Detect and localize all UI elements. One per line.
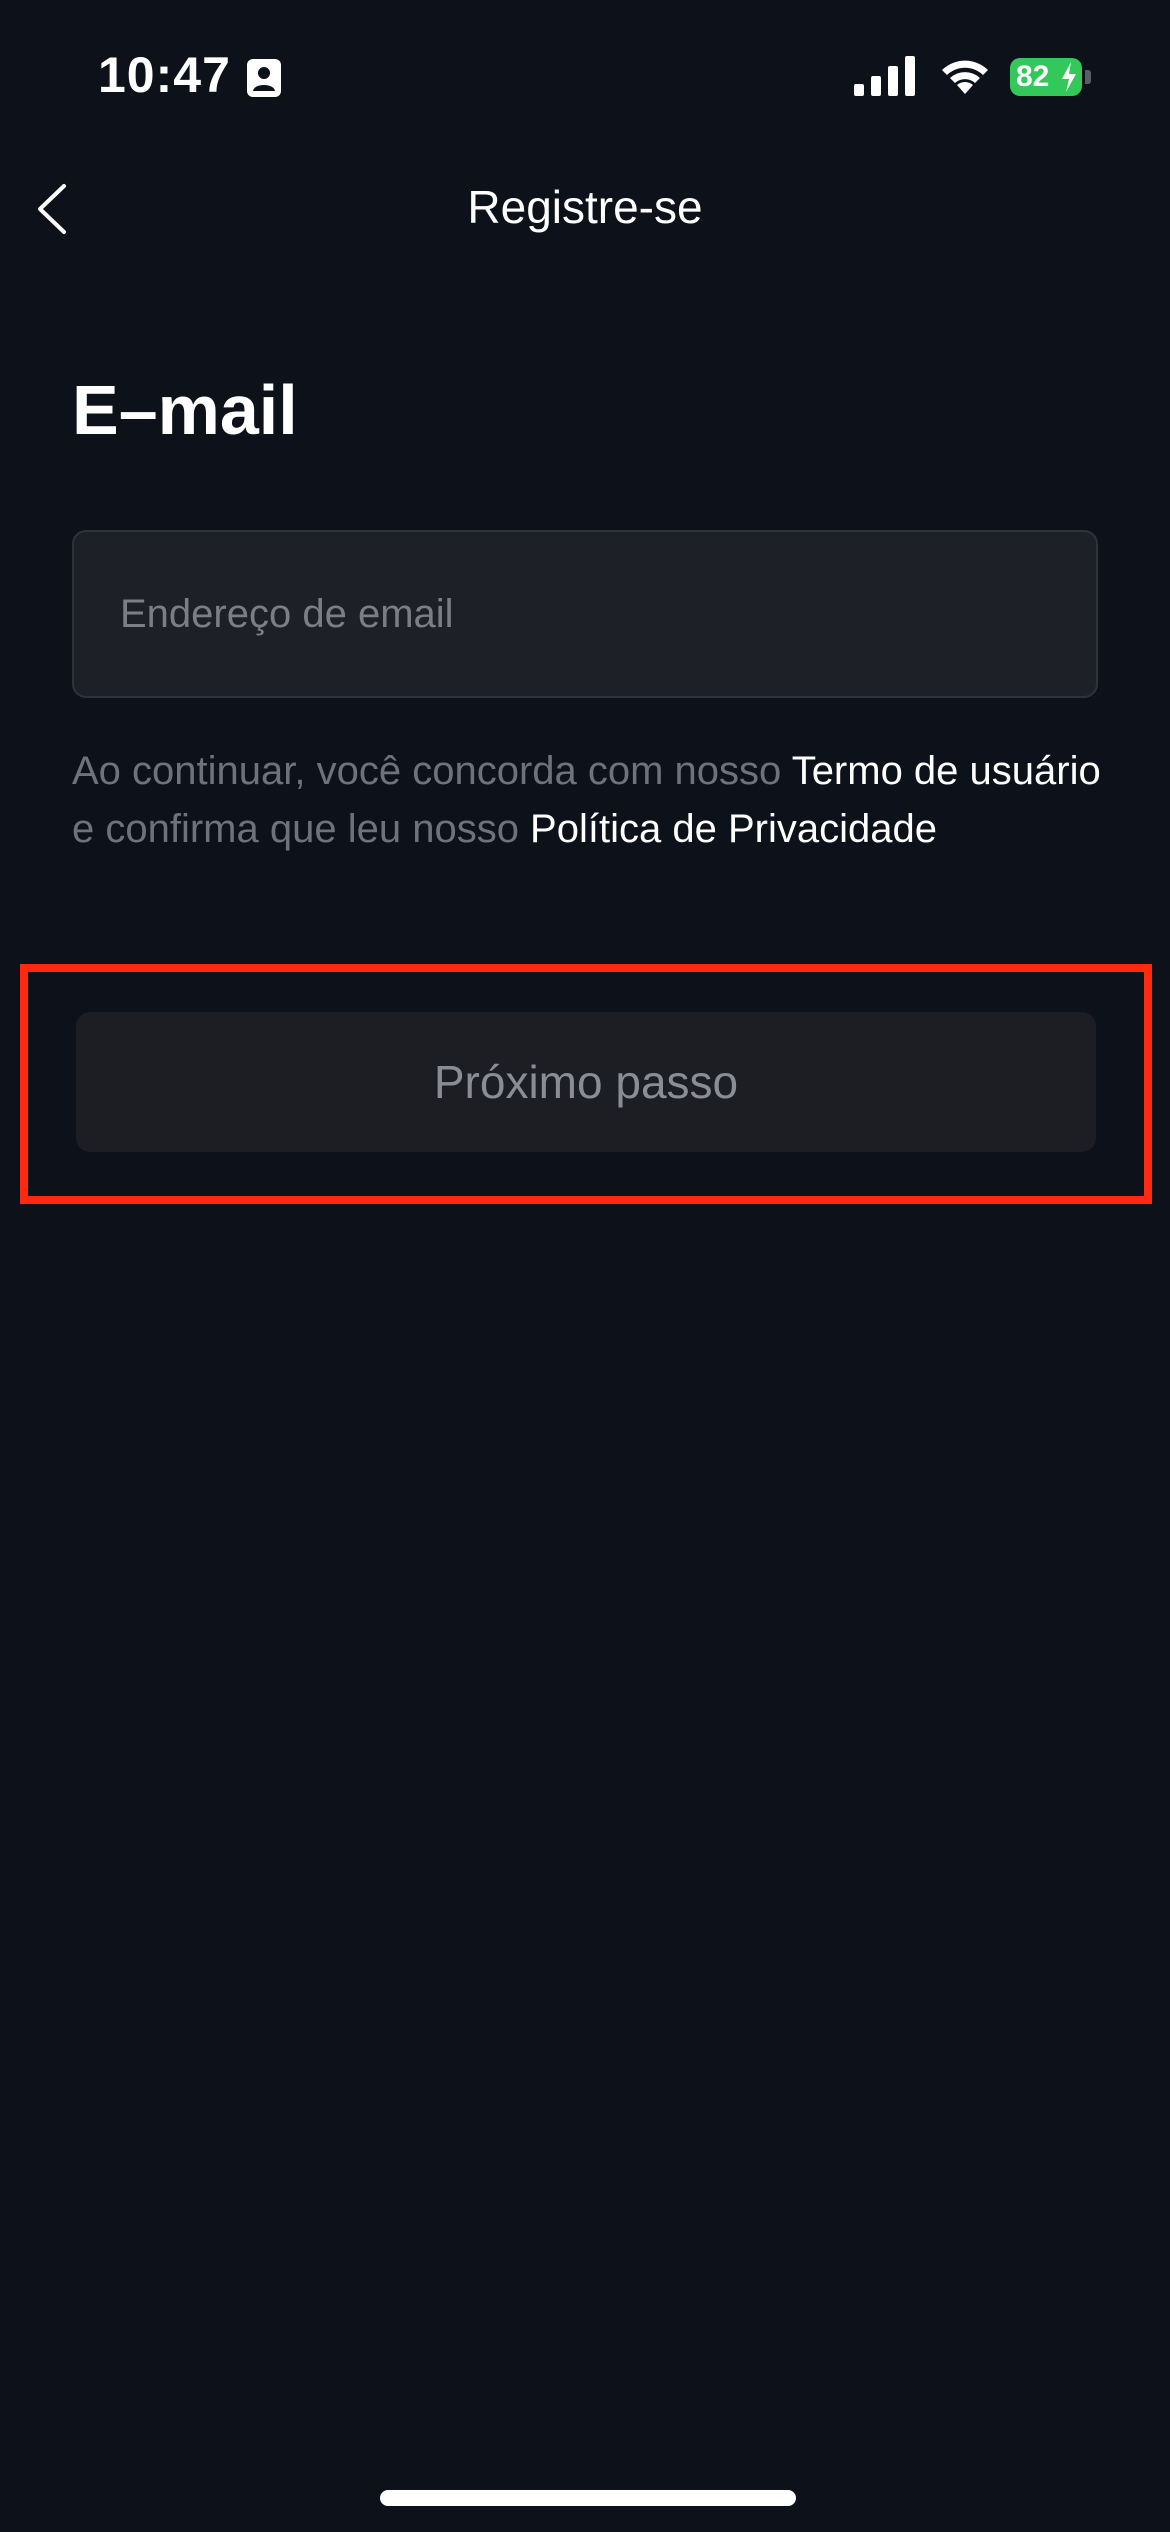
consent-text: Ao continuar, você concorda com nosso Te… [72,742,1102,858]
privacy-policy-link[interactable]: Política de Privacidade [530,807,937,851]
next-step-button[interactable]: Próximo passo [76,1012,1096,1152]
terms-link[interactable]: Termo de usuário [792,749,1101,793]
status-bar: 10:47 82 [0,0,1170,150]
chevron-left-icon [38,184,66,234]
cellular-signal-icon [854,56,915,96]
wifi-icon [942,60,988,94]
battery-charging-icon [1062,62,1076,92]
nav-bar: Registre-se [0,150,1170,270]
contact-card-icon [247,59,281,97]
email-field[interactable] [72,530,1098,698]
home-indicator[interactable] [380,2490,796,2506]
consent-middle: e confirma que leu nosso [72,807,531,851]
page-heading: E–mail [72,371,298,449]
nav-title: Registre-se [467,181,703,233]
back-button[interactable] [26,174,86,244]
battery-percent: 82 [1016,60,1050,93]
battery-cap [1085,70,1091,84]
battery-indicator: 82 [1010,58,1091,96]
consent-prefix: Ao continuar, você concorda com nosso [72,749,792,793]
register-screen: 10:47 82 Registre-se E–mail Endereço de … [0,0,1170,2532]
status-time: 10:47 [98,47,231,103]
